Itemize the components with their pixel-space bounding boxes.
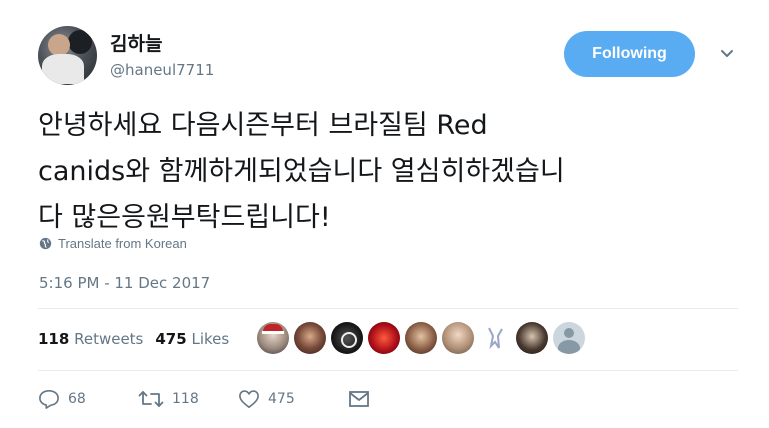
likes-count: 475 [155,330,187,348]
tweet-text-line: 안녕하세요 다음시즌부터 브라질팀 Red [38,110,488,141]
liker-avatar[interactable] [553,322,585,354]
message-icon [349,391,369,407]
like-button[interactable]: 475 [238,389,348,409]
avatar[interactable] [38,26,97,85]
tweet-actions: 68 118 475 [38,388,370,410]
liker-avatar[interactable] [331,322,363,354]
display-name[interactable]: 김하늘 [110,29,162,56]
user-handle[interactable]: @haneul7711 [110,61,214,79]
retweets-stat[interactable]: 118 Retweets [38,330,143,348]
divider [38,370,738,371]
reply-icon [39,390,59,409]
liker-avatar[interactable] [479,322,511,354]
engagement-stats: 118 Retweets 475 Likes [38,330,229,348]
liker-avatar[interactable] [294,322,326,354]
like-count: 475 [268,391,295,407]
tweet-text: 안녕하세요 다음시즌부터 브라질팀 Red canids와 함께하게되었습니다 … [38,103,738,241]
retweets-label: Retweets [74,330,144,348]
chevron-down-icon[interactable] [719,46,735,62]
direct-message-button[interactable] [348,390,370,408]
globe-icon [39,237,52,250]
liker-avatar[interactable] [257,322,289,354]
reply-count: 68 [68,391,86,407]
tweet-text-line: 다 많은응원부탁드립니다! [38,202,331,233]
translate-link[interactable]: Translate from Korean [39,236,187,251]
likes-stat[interactable]: 475 Likes [155,330,229,348]
timestamp[interactable]: 5:16 PM - 11 Dec 2017 [39,274,210,292]
retweets-count: 118 [38,330,70,348]
following-button[interactable]: Following [564,31,695,77]
translate-label: Translate from Korean [58,236,187,251]
liker-avatars [257,322,585,354]
retweet-count: 118 [172,391,199,407]
liker-avatar[interactable] [368,322,400,354]
retweet-button[interactable]: 118 [138,389,238,409]
divider [38,308,738,309]
reply-button[interactable]: 68 [38,389,138,409]
tweet-text-line: canids와 함께하게되었습니다 열심히하겠습니 [38,156,565,187]
liker-avatar[interactable] [442,322,474,354]
liker-avatar[interactable] [405,322,437,354]
heart-icon [239,390,259,408]
retweet-icon [138,391,164,407]
likes-label: Likes [191,330,230,348]
liker-avatar[interactable] [516,322,548,354]
